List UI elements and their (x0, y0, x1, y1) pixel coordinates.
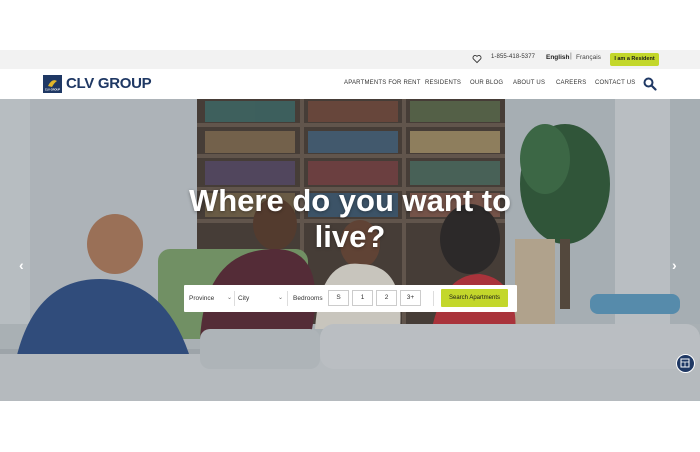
accessibility-glyph-icon (680, 358, 690, 368)
search-apartments-button[interactable]: Search Apartments (441, 289, 508, 307)
page: 1-855-418-5377 English | Français I am a… (0, 0, 700, 452)
logo-mark[interactable]: CLV GROUP (43, 75, 62, 93)
utility-bar: 1-855-418-5377 English | Français I am a… (0, 50, 700, 69)
language-french[interactable]: Français (576, 54, 601, 61)
divider (433, 291, 434, 306)
city-select[interactable]: City ⌄ (238, 290, 283, 307)
province-select[interactable]: Province ⌄ (189, 290, 232, 307)
search-icon[interactable] (643, 77, 657, 91)
bedrooms-label: Bedrooms (293, 295, 323, 302)
nav-apartments[interactable]: APARTMENTS FOR RENT (344, 80, 421, 86)
logo-badge-text: CLV GROUP (45, 88, 60, 92)
city-select-label: City (238, 295, 250, 302)
hero-title-line2: live? (314, 219, 386, 254)
site-header: CLV GROUP CLV GROUP APARTMENTS FOR RENT … (0, 69, 700, 99)
divider (287, 291, 288, 306)
heart-icon[interactable] (472, 54, 482, 64)
nav-contact[interactable]: CONTACT US (595, 80, 635, 86)
resident-button[interactable]: I am a Resident (610, 53, 659, 66)
hero-title: Where do you want to live? (150, 183, 550, 255)
bedroom-option-3plus[interactable]: 3+ (400, 290, 421, 306)
chevron-down-icon: ⌄ (277, 295, 283, 301)
nav-about[interactable]: ABOUT US (513, 80, 545, 86)
language-english[interactable]: English (546, 54, 569, 61)
nav-careers[interactable]: CAREERS (556, 80, 586, 86)
chevron-down-icon: ⌄ (226, 295, 232, 301)
logo-seal-icon: CLV GROUP (44, 76, 61, 92)
logo-text[interactable]: CLV GROUP (66, 75, 152, 92)
nav-blog[interactable]: OUR BLOG (470, 80, 503, 86)
language-separator: | (570, 53, 572, 60)
hero-banner: Where do you want to live? ‹ › Province … (0, 99, 700, 401)
carousel-prev-icon[interactable]: ‹ (19, 257, 24, 273)
bedroom-option-studio[interactable]: S (328, 290, 349, 306)
bedroom-option-1[interactable]: 1 (352, 290, 373, 306)
divider (234, 291, 235, 306)
apartment-search-form: Province ⌄ City ⌄ Bedrooms S 1 2 3+ Sear… (184, 285, 517, 312)
hero-title-line1: Where do you want to (188, 183, 512, 218)
phone-link[interactable]: 1-855-418-5377 (491, 54, 535, 60)
carousel-next-icon[interactable]: › (672, 257, 677, 273)
province-select-label: Province (189, 295, 215, 302)
accessibility-icon[interactable] (676, 354, 695, 373)
nav-residents[interactable]: RESIDENTS (425, 80, 461, 86)
bedroom-option-2[interactable]: 2 (376, 290, 397, 306)
